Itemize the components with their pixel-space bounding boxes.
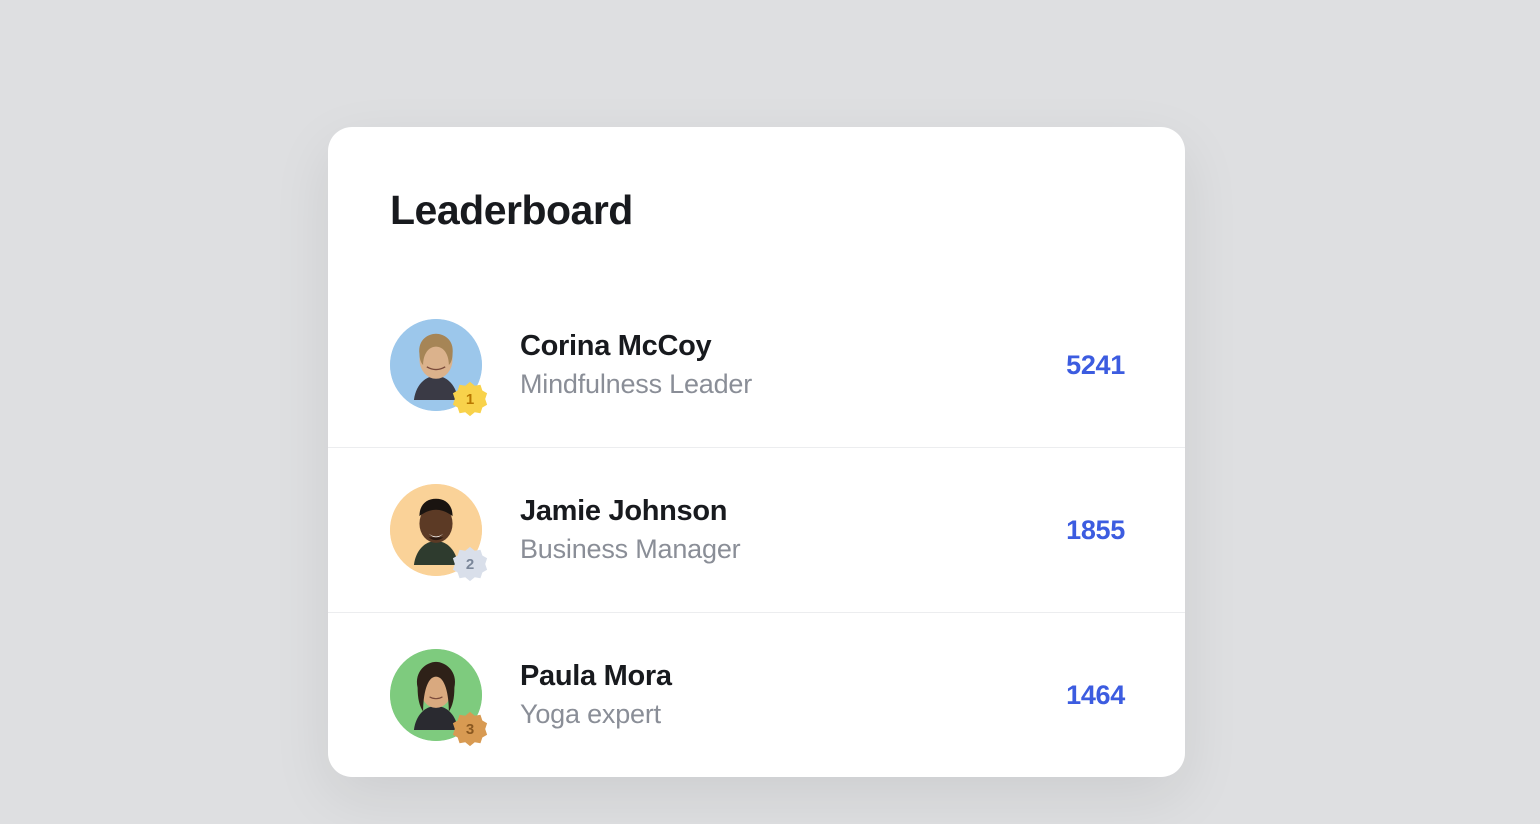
card-title: Leaderboard: [328, 187, 1185, 282]
entry-role: Mindfulness Leader: [520, 369, 1066, 400]
rank-number: 3: [466, 722, 474, 737]
entry-name: Corina McCoy: [520, 330, 1066, 363]
leaderboard-row[interactable]: 3 Paula Mora Yoga expert 1464: [328, 612, 1185, 777]
leaderboard-row[interactable]: 2 Jamie Johnson Business Manager 1855: [328, 447, 1185, 612]
avatar: 2: [390, 484, 482, 576]
rank-number: 1: [466, 392, 474, 407]
entry-info: Jamie Johnson Business Manager: [520, 495, 1066, 565]
entry-role: Yoga expert: [520, 699, 1066, 730]
entry-score: 5241: [1066, 350, 1125, 381]
rank-badge-icon: 2: [451, 545, 489, 583]
entry-score: 1464: [1066, 680, 1125, 711]
entry-info: Corina McCoy Mindfulness Leader: [520, 330, 1066, 400]
rank-badge-icon: 1: [451, 380, 489, 418]
entry-info: Paula Mora Yoga expert: [520, 660, 1066, 730]
avatar: 3: [390, 649, 482, 741]
entry-name: Jamie Johnson: [520, 495, 1066, 528]
entry-name: Paula Mora: [520, 660, 1066, 693]
leaderboard-row[interactable]: 1 Corina McCoy Mindfulness Leader 5241: [328, 282, 1185, 447]
leaderboard-card: Leaderboard 1 Corina McCoy Mindfulness L…: [328, 127, 1185, 777]
rank-badge-icon: 3: [451, 710, 489, 748]
entry-role: Business Manager: [520, 534, 1066, 565]
avatar: 1: [390, 319, 482, 411]
entry-score: 1855: [1066, 515, 1125, 546]
rank-number: 2: [466, 557, 474, 572]
